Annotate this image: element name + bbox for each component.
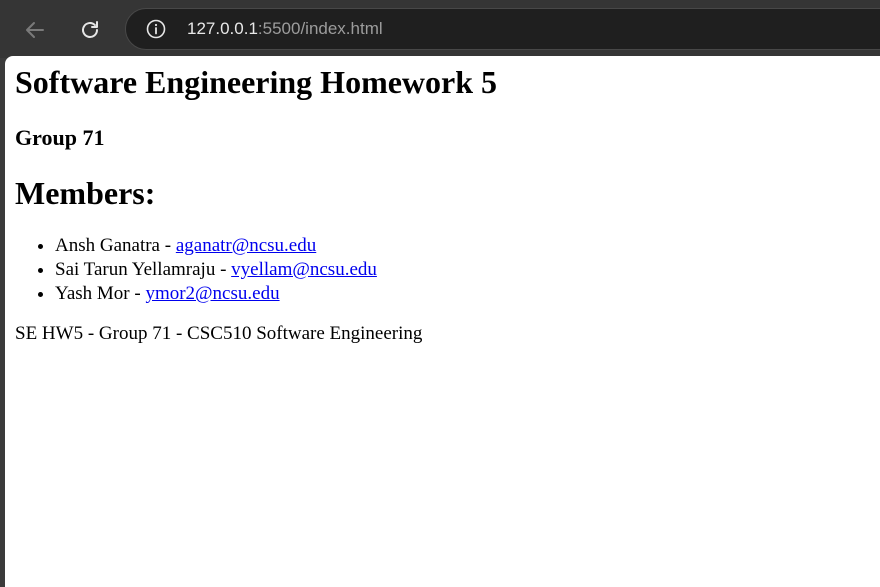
member-name: Sai Tarun Yellamraju — [55, 259, 216, 280]
member-separator: - — [160, 235, 176, 256]
member-email-link[interactable]: ymor2@ncsu.edu — [145, 283, 279, 304]
list-item: Sai Tarun Yellamraju - vyellam@ncsu.edu — [55, 258, 377, 282]
member-email-link[interactable]: aganatr@ncsu.edu — [176, 235, 316, 256]
address-bar[interactable]: 127.0.0.1:5500/index.html — [125, 8, 880, 50]
arrow-left-icon — [26, 22, 44, 38]
reload-button[interactable] — [72, 12, 108, 48]
reload-icon — [82, 21, 98, 38]
member-name: Ansh Ganatra — [55, 235, 160, 256]
info-icon[interactable] — [146, 19, 166, 39]
back-button[interactable] — [17, 12, 53, 48]
url-host: 127.0.0.1 — [187, 19, 258, 38]
list-item: Yash Mor - ymor2@ncsu.edu — [55, 282, 377, 306]
browser-toolbar: 127.0.0.1:5500/index.html — [0, 0, 880, 58]
footer-text: SE HW5 - Group 71 - CSC510 Software Engi… — [15, 323, 423, 344]
member-email-link[interactable]: vyellam@ncsu.edu — [231, 259, 377, 280]
url-path: :5500/index.html — [257, 19, 383, 38]
members-heading: Members: — [15, 175, 156, 211]
page-content: Software Engineering Homework 5 Group 71… — [5, 56, 880, 587]
member-name: Yash Mor — [55, 283, 130, 304]
member-separator: - — [215, 259, 232, 280]
page-title: Software Engineering Homework 5 — [15, 64, 498, 100]
member-separator: - — [129, 283, 146, 304]
list-item: Ansh Ganatra - aganatr@ncsu.edu — [55, 234, 377, 258]
members-list: Ansh Ganatra - aganatr@ncsu.edu Sai Taru… — [15, 234, 377, 306]
url-text: 127.0.0.1:5500/index.html — [187, 19, 383, 39]
group-heading: Group 71 — [15, 125, 105, 150]
